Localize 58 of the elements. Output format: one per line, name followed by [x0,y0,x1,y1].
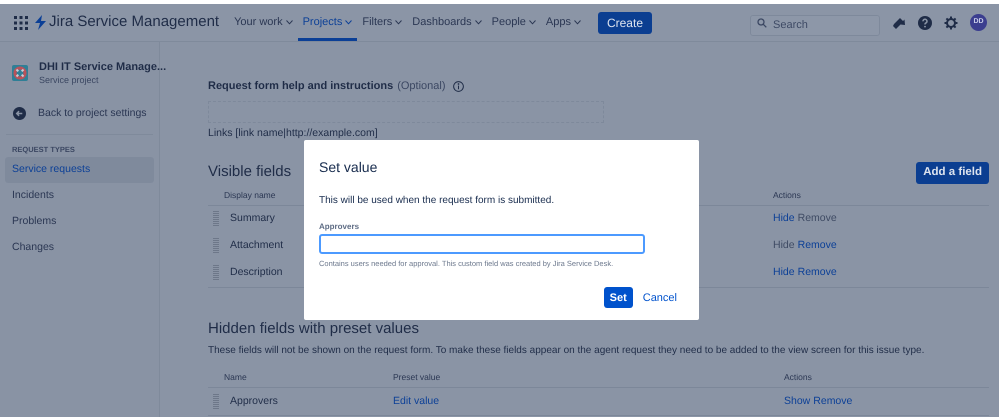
sidebar-item[interactable]: Changes [5,235,154,261]
chevron-down-icon [474,20,482,25]
help-instructions-label: Request form help and instructions [208,79,394,94]
project-type: Service project [39,74,100,87]
settings-icon[interactable] [944,16,958,30]
section-title: Visible fields [208,162,292,182]
column-header: Name [224,372,247,382]
action-link[interactable]: Show [784,394,810,407]
table-cell-text: Approvers [230,394,278,409]
field-label: Approvers [319,221,360,233]
help-icon[interactable] [918,16,932,30]
project-name[interactable]: DHI IT Service Manage... [39,61,166,74]
links-hint: Links [link name|http://example.com] [208,126,379,140]
add-field-button[interactable]: Add a field [916,162,989,184]
app-grid-icon[interactable] [14,16,28,30]
sidebar-item[interactable]: Service requests [5,157,154,183]
back-link[interactable]: Back to project settings [5,106,154,122]
set-button[interactable]: Set [604,287,633,308]
edit-value-link[interactable]: Edit value [393,394,440,407]
dialog-title: Set value [319,158,378,177]
nav-tab[interactable]: Dashboards [407,4,487,41]
sidebar-item[interactable]: Incidents [5,183,154,209]
column-header: Actions [773,190,801,200]
section-description: These fields will not be shown on the request form. To make these fields appear on the agent request they need to be added to the view screen for this issue type. [208,344,926,358]
nav-tab[interactable]: Filters [357,4,408,41]
chevron-down-icon [528,20,536,25]
table-cell-text: Attachment [230,238,284,254]
nav-tab[interactable]: Your work [229,4,298,41]
nav-tab[interactable]: Apps [540,4,586,41]
chevron-down-icon [395,20,402,25]
action-link[interactable]: Remove [798,239,837,252]
chevron-down-icon [345,20,352,25]
table-cell-text: Summary [230,211,275,226]
lightning-bolt-icon [35,15,46,30]
dialog-text: This will be used when the request form is submitted. [319,194,556,208]
action-link[interactable]: Hide [773,212,795,224]
info-icon[interactable] [453,80,464,92]
sidebar-item[interactable]: Problems [5,209,154,235]
product-name[interactable]: Jira Service Management [49,11,220,34]
search-field[interactable]: Search [750,14,880,36]
chevron-down-icon [574,20,581,25]
nav-tab[interactable]: People [486,4,541,41]
section-title: Hidden fields with preset values [208,318,420,339]
nav-tab[interactable]: Projects [298,4,358,41]
action-link[interactable]: Remove [813,394,852,407]
lifebuoy-icon [12,65,28,81]
approvers-input[interactable] [319,234,645,254]
create-button[interactable]: Create [598,12,652,34]
optional-label: (Optional) [397,79,446,94]
chevron-down-icon [286,20,293,25]
column-header: Preset value [393,372,440,382]
table-cell-text: Description [230,265,283,280]
action-link[interactable]: Remove [798,266,837,278]
cancel-link[interactable]: Cancel [642,290,677,306]
action-link[interactable]: Hide [773,266,795,278]
column-header: Actions [784,372,812,382]
column-header: Display name [224,190,276,200]
search-icon [757,18,767,28]
